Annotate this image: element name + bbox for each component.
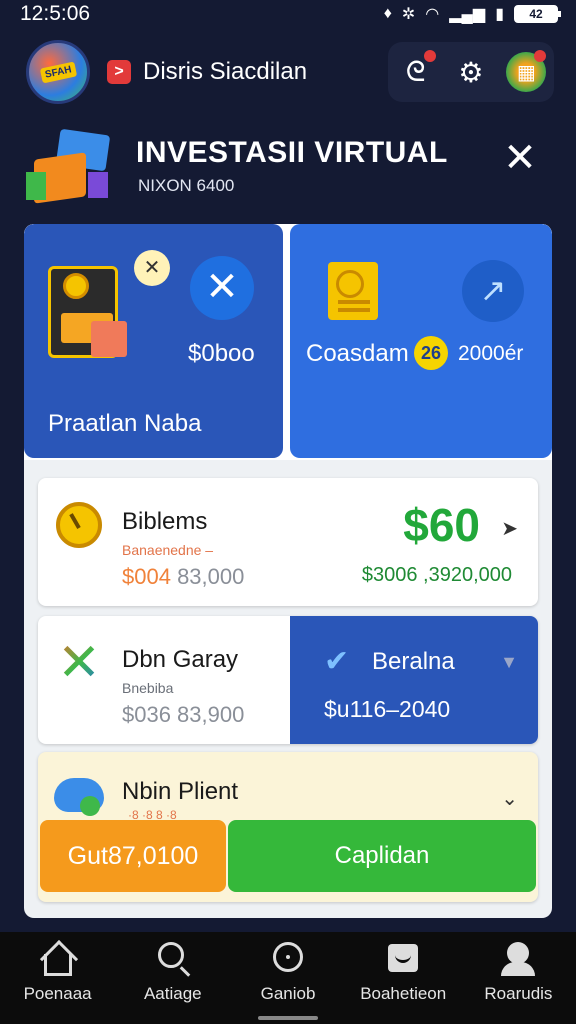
gear-icon: ⚙ xyxy=(458,56,484,88)
cloud-icon xyxy=(54,778,104,816)
x-logo-icon: ✕ xyxy=(57,634,101,692)
top-cards: ✕ ✕ $0boo Praatlan Naba ↗ Coasdam 26 200… xyxy=(24,224,552,460)
card-right-amount: 2000ér xyxy=(458,342,524,365)
sim-icon: ▮ xyxy=(495,6,504,23)
clock-icon xyxy=(56,502,102,548)
row-value: $004 83,000 xyxy=(122,564,244,590)
nav-label: Boahetieon xyxy=(360,984,447,1003)
emoji-face-icon: ✕ xyxy=(134,250,170,286)
nav-item-search[interactable]: Aatiage xyxy=(115,932,230,1024)
nav-label: Poenaaa xyxy=(23,984,92,1003)
avatar-text: SFAH xyxy=(39,61,77,83)
document-coin-icon xyxy=(328,262,378,320)
nav-item-profile[interactable]: Roarudis xyxy=(461,932,576,1024)
gift-button[interactable]: ▦ xyxy=(506,50,547,92)
row-subtitle: Banaenedne – xyxy=(122,542,214,558)
bottom-nav: Poenaaa Aatiage Ganiob Boahetieon Roarud… xyxy=(0,932,576,1024)
app-name: Disris Siacdilan xyxy=(143,58,308,85)
close-circle-button[interactable]: ✕ xyxy=(190,256,254,320)
row-value: $036 83,900 xyxy=(122,702,245,727)
row-value-prefix: $004 xyxy=(122,564,171,589)
row-detail-panel[interactable]: ✔ Beralna ▼ $u116–2040 xyxy=(290,616,538,744)
row-title: Dbn Garay xyxy=(122,646,239,673)
mask-icon xyxy=(386,942,420,976)
game-icon xyxy=(271,942,305,976)
list-item[interactable]: ✕ Dbn Garay Bnebiba $036 83,900 ✔ Beraln… xyxy=(38,616,538,744)
check-icon: ✔ xyxy=(324,645,350,678)
wallet-icon xyxy=(48,266,127,358)
nav-item-home[interactable]: Poenaaa xyxy=(0,932,115,1024)
home-icon xyxy=(41,942,75,976)
confirm-button[interactable]: Caplidan xyxy=(228,820,536,892)
row-detail-title: Beralna xyxy=(372,648,455,675)
app-logo-icon: > xyxy=(107,60,131,84)
invest-banner: INVESTASII VIRTUAL NIXON 6400 ✕ xyxy=(24,118,552,218)
nav-item-activity[interactable]: Boahetieon xyxy=(346,932,461,1024)
settings-button[interactable]: ⚙ xyxy=(451,52,491,92)
card-left[interactable]: ✕ ✕ $0boo Praatlan Naba xyxy=(24,224,283,458)
search-icon xyxy=(156,942,190,976)
invest-illustration-icon xyxy=(24,122,114,208)
app-header: SFAH > Disris Siacdilan ᘓ ⚙ ▦ xyxy=(0,36,576,108)
nav-label: Ganiob xyxy=(260,984,316,1003)
battery-icon: 42 xyxy=(514,5,561,23)
row-amount: $60 xyxy=(403,499,480,551)
card-right-badge: 26 xyxy=(414,336,448,370)
banner-subtitle: NIXON 6400 xyxy=(138,176,235,195)
row-title: Biblems xyxy=(122,508,208,535)
list-item[interactable]: Biblems Banaenedne – $004 83,000 $60 ➤ $… xyxy=(38,478,538,606)
status-icons: ♦ ✲ ◠ ▂▄▆ ▮ 42 xyxy=(383,4,561,24)
header-actions: ᘓ ⚙ ▦ xyxy=(388,42,554,102)
row-amount-sub: $3006 ,3920,000 xyxy=(361,564,512,586)
row-detail-amount: $u116–2040 xyxy=(324,696,451,722)
gift-dot xyxy=(534,50,547,62)
home-indicator[interactable] xyxy=(258,1016,318,1020)
notifications-button[interactable]: ᘓ xyxy=(396,50,436,92)
amount-button[interactable]: Gut87,0100 xyxy=(40,820,226,892)
signal-icon: ▂▄▆ xyxy=(449,6,486,23)
chevron-down-icon[interactable]: ⌄ xyxy=(501,786,518,811)
close-button[interactable]: ✕ xyxy=(502,138,538,178)
nav-item-games[interactable]: Ganiob xyxy=(230,932,345,1024)
row-value-rest: 83,000 xyxy=(170,564,245,589)
banner-title: INVESTASII VIRTUAL xyxy=(136,136,448,169)
status-bar: 12:5:06 ♦ ✲ ◠ ▂▄▆ ▮ 42 xyxy=(0,0,576,28)
user-icon xyxy=(501,942,536,976)
chevron-down-icon[interactable]: ▼ xyxy=(500,652,518,673)
gift-icon: ▦ xyxy=(516,61,536,84)
card-left-amount: $0boo xyxy=(188,340,255,367)
row-title: Nbin Plient xyxy=(122,778,239,805)
chevron-down-icon[interactable]: ➤ xyxy=(501,516,518,541)
notification-icon: ♦ xyxy=(383,5,392,22)
card-right[interactable]: ↗ Coasdam 26 2000ér xyxy=(290,224,552,458)
bug-icon: ✲ xyxy=(401,6,416,23)
avatar[interactable]: SFAH xyxy=(26,40,90,104)
notification-dot xyxy=(423,50,436,62)
wifi-icon: ◠ xyxy=(425,6,440,23)
status-time: 12:5:06 xyxy=(20,2,91,25)
trend-chart-button[interactable]: ↗ xyxy=(462,260,524,322)
nav-label: Roarudis xyxy=(484,984,553,1003)
card-right-label: Coasdam xyxy=(306,340,409,367)
main-panel: ✕ ✕ $0boo Praatlan Naba ↗ Coasdam 26 200… xyxy=(24,224,552,918)
card-left-label: Praatlan Naba xyxy=(48,410,202,437)
nav-label: Aatiage xyxy=(143,984,202,1003)
bell-icon: ᘓ xyxy=(405,55,426,87)
row-subtitle: Bnebiba xyxy=(122,680,174,696)
